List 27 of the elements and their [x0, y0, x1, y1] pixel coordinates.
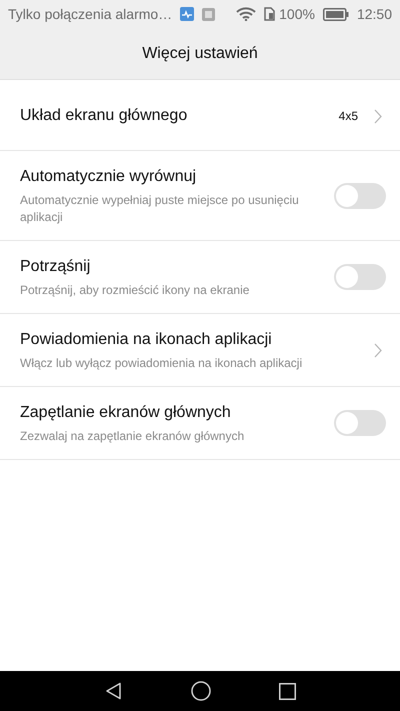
screen-title: Więcej ustawień: [142, 44, 258, 64]
recent-apps-icon[interactable]: [278, 682, 296, 700]
battery-icon: [322, 8, 349, 20]
setting-title: Powiadomienia na ikonach aplikacji: [20, 330, 273, 350]
image-icon: [202, 8, 216, 20]
setting-title: Układ ekranu głównego: [20, 106, 188, 126]
clock-time: 12:50: [356, 4, 392, 24]
notification-text: Tylko połączenia alarmo…: [8, 4, 172, 24]
battery-percentage: 100%: [279, 4, 315, 24]
setting-description: Zezwalaj na zapętlanie ekranów głównych: [20, 428, 246, 445]
toggle-switch[interactable]: [334, 182, 386, 208]
setting-description: Włącz lub wyłącz powiadomienia na ikonach aplikacji: [20, 355, 304, 372]
chevron-right-icon[interactable]: [374, 108, 382, 124]
setting-title: Automatycznie wyrównuj: [20, 167, 198, 187]
setting-description: Automatycznie wypełniaj puste miejsce po usunięciu aplikacji: [20, 192, 300, 226]
back-icon[interactable]: [104, 682, 122, 700]
wifi-icon: [236, 7, 256, 21]
home-icon[interactable]: [190, 681, 210, 701]
toggle-switch[interactable]: [334, 264, 386, 290]
setting-description: Potrząśnij, aby rozmieścić ikony na ekranie: [20, 282, 250, 299]
setting-title: Potrząśnij: [20, 257, 92, 277]
setting-value: 4x5: [338, 108, 358, 125]
heart-monitor-icon: [180, 7, 194, 21]
toggle-switch[interactable]: [334, 410, 386, 436]
chevron-right-icon[interactable]: [374, 342, 382, 358]
setting-title: Zapętlanie ekranów głównych: [20, 403, 232, 423]
sim-card-icon: [264, 7, 276, 21]
